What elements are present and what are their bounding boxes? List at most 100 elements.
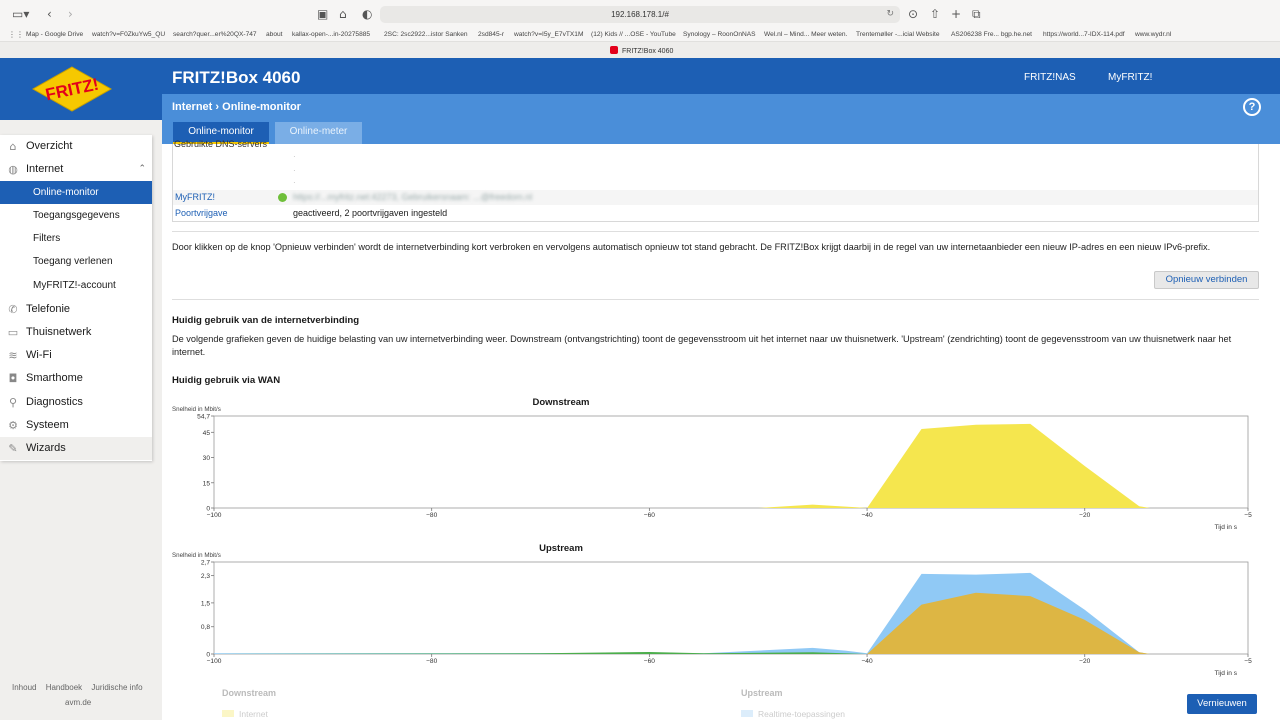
address-bar[interactable]: 192.168.178.1/# ↻ — [380, 6, 900, 23]
sidebar-subitem-label: Toegangsgegevens — [33, 210, 120, 221]
sidebar-item-thuisnetwerk[interactable]: ▭ Thuisnetwerk — [0, 321, 152, 344]
sidebar-subitem-myfritz-account[interactable]: MyFRITZ!-account — [0, 274, 152, 297]
reconnect-description: Door klikken op de knop 'Opnieuw verbind… — [172, 242, 1211, 252]
reconnect-button[interactable]: Opnieuw verbinden — [1154, 271, 1259, 289]
legend-upstream-title: Upstream — [741, 688, 783, 698]
fritz-logo[interactable]: FRITZ! — [30, 66, 114, 112]
tab-title: FRITZ!Box 4060 — [622, 48, 674, 55]
y-tick-label: 45 — [203, 430, 211, 437]
diagnostics-icon: ⚲ — [8, 396, 18, 409]
bookmark[interactable]: Trentemøller -...icial Website — [856, 31, 940, 38]
sidebar-toggle-icon[interactable]: ▭▾ — [12, 7, 29, 21]
sidebar-item-label: Internet — [26, 163, 64, 175]
bookmark[interactable]: (12) Kids // ...OSE - YouTube — [591, 31, 676, 38]
bookmark[interactable]: www.wydr.nl — [1135, 31, 1171, 38]
y-tick-label: 54,7 — [197, 414, 210, 421]
chevron-up-icon[interactable]: ⌃ — [138, 158, 146, 181]
sidebar-item-label: Telefonie — [26, 303, 71, 315]
sidebar-subitem-label: Online-monitor — [33, 187, 99, 198]
home-icon[interactable]: ⌂ — [339, 7, 347, 21]
bookmark[interactable]: Map - Google Drive — [26, 31, 83, 38]
y-axis-label: Snelheid in Mbit/s — [172, 552, 221, 559]
sidebar-item-smarthome[interactable]: ◘ Smarthome — [0, 367, 152, 390]
fritz-nas-link[interactable]: FRITZ!NAS — [1024, 72, 1076, 83]
shield-icon[interactable]: ◐ — [362, 7, 372, 21]
bookmark[interactable]: 2sd845-r — [478, 31, 504, 38]
sidebar-item-label: Systeem — [26, 419, 69, 431]
chart-title: Downstream — [532, 397, 589, 408]
sidebar-item-systeem[interactable]: ⚙ Systeem — [0, 414, 152, 437]
x-tick-label: −40 — [861, 512, 873, 519]
refresh-button[interactable]: Vernieuwen — [1187, 694, 1257, 714]
footer-avm-link[interactable]: avm.de — [65, 698, 91, 707]
tab-overview-icon[interactable]: ⧉ — [972, 7, 981, 21]
bookmark[interactable]: kallax-open-...in-20275885 — [292, 31, 370, 38]
status-ok-icon — [278, 193, 287, 202]
bookmarks-grid-icon[interactable]: ⋮⋮ — [8, 30, 24, 39]
myfritz-label[interactable]: MyFRITZ! — [175, 190, 215, 205]
breadcrumb: Internet › Online-monitor — [172, 101, 301, 113]
dns-value-placeholder: · — [293, 152, 296, 161]
footer-link-juridische-info[interactable]: Juridische info — [91, 683, 142, 692]
footer-link-handboek[interactable]: Handboek — [46, 683, 82, 692]
share-icon[interactable]: ⇧ — [930, 7, 940, 21]
y-tick-label: 2,7 — [201, 560, 210, 567]
breadcrumb-parent[interactable]: Internet — [172, 101, 212, 113]
forward-icon[interactable]: › — [68, 7, 73, 21]
y-axis-label: Snelheid in Mbit/s — [172, 406, 221, 413]
bookmark[interactable]: Wel.nl – Mind... Meer weten. — [764, 31, 847, 38]
x-tick-label: −100 — [207, 512, 222, 519]
sidebar-subitem-toegangsgegevens[interactable]: Toegangsgegevens — [0, 204, 152, 227]
sidebar-subitem-label: MyFRITZ!-account — [33, 280, 116, 291]
download-icon[interactable]: ⊙ — [908, 7, 918, 21]
bookmark[interactable]: AS206238 Fre... bgp.he.net — [951, 31, 1032, 38]
port-forward-value: geactiveerd, 2 poortvrijgaven ingesteld — [293, 208, 448, 218]
help-icon[interactable]: ? — [1243, 98, 1261, 116]
sidebar-item-wizards[interactable]: ✎ Wizards — [0, 437, 152, 460]
sidebar-subitem-online-monitor[interactable]: Online-monitor — [0, 181, 152, 204]
myfritz-row: MyFRITZ! https://...myfritz.net:42273, G… — [173, 190, 1258, 205]
home-icon: ⌂ — [9, 140, 17, 153]
legend-upstream-item: Realtime-toepassingen — [741, 709, 845, 719]
back-icon[interactable]: ‹ — [47, 7, 52, 21]
bookmark[interactable]: Synology – RoonOnNAS — [683, 31, 756, 38]
bookmarks-bar: ⋮⋮ Map - Google Drive watch?v=F0ZkuYw5_Q… — [0, 28, 1280, 42]
sidebar-item-internet[interactable]: ◍ Internet ⌃ — [0, 158, 152, 181]
sidebar-nav: ⌂ Overzicht ◍ Internet ⌃ Online-monitor … — [0, 135, 152, 461]
sidebar-item-diagnostics[interactable]: ⚲ Diagnostics — [0, 391, 152, 414]
myfritz-link[interactable]: MyFRITZ! — [1108, 72, 1152, 83]
browser-tab[interactable]: FRITZ!Box 4060 — [610, 46, 673, 55]
footer-link-inhoud[interactable]: Inhoud — [12, 683, 36, 692]
sidebar-item-label: Smarthome — [26, 372, 83, 384]
x-tick-label: −20 — [1079, 658, 1091, 665]
myfritz-value[interactable]: https://...myfritz.net:42273, Gebruikers… — [293, 190, 532, 205]
bookmark[interactable]: search?quer...er%20QX-747 — [173, 31, 257, 38]
sidebar-item-label: Diagnostics — [26, 396, 83, 408]
bookmark[interactable]: about — [266, 31, 283, 38]
port-forward-label[interactable]: Poortvrijgave — [175, 206, 228, 221]
divider — [172, 299, 1259, 300]
legend-label: Internet — [239, 709, 268, 719]
bookmark[interactable]: 2SC: 2sc2922...istor Sanken — [384, 31, 468, 38]
bookmark[interactable]: watch?v=I5y_E7vTX1M — [514, 31, 583, 38]
new-tab-icon[interactable]: + — [951, 7, 961, 21]
sidebar-subitem-filters[interactable]: Filters — [0, 227, 152, 250]
sidebar-item-overzicht[interactable]: ⌂ Overzicht — [0, 135, 152, 158]
sidebar-item-telefonie[interactable]: ✆ Telefonie — [0, 298, 152, 321]
tab-online-meter[interactable]: Online-meter — [275, 122, 362, 144]
usage-heading: Huidig gebruik van de internetverbinding — [172, 315, 360, 326]
chart-title: Upstream — [539, 543, 583, 554]
dns-value-placeholder: · — [293, 166, 296, 175]
sidebar-item-wifi[interactable]: ≋ Wi-Fi — [0, 344, 152, 367]
sidebar-subitem-toegang-verlenen[interactable]: Toegang verlenen — [0, 250, 152, 273]
x-tick-label: −60 — [644, 512, 656, 519]
wan-heading: Huidig gebruik via WAN — [172, 375, 281, 386]
bookmark[interactable]: watch?v=F0ZkuYw5_QU — [92, 31, 165, 38]
bookmark[interactable]: https://world...7-IDX-114.pdf — [1043, 31, 1125, 38]
logo-area: FRITZ! — [0, 58, 162, 120]
reload-icon[interactable]: ↻ — [886, 6, 894, 23]
y-tick-label: 0,8 — [201, 624, 210, 631]
divider — [172, 231, 1259, 232]
browser-toolbar: ▭▾ ‹ › ▣ ⌂ ◐ 192.168.178.1/# ↻ ⊙ ⇧ + ⧉ — [0, 0, 1280, 28]
x-tick-label: −40 — [861, 658, 873, 665]
